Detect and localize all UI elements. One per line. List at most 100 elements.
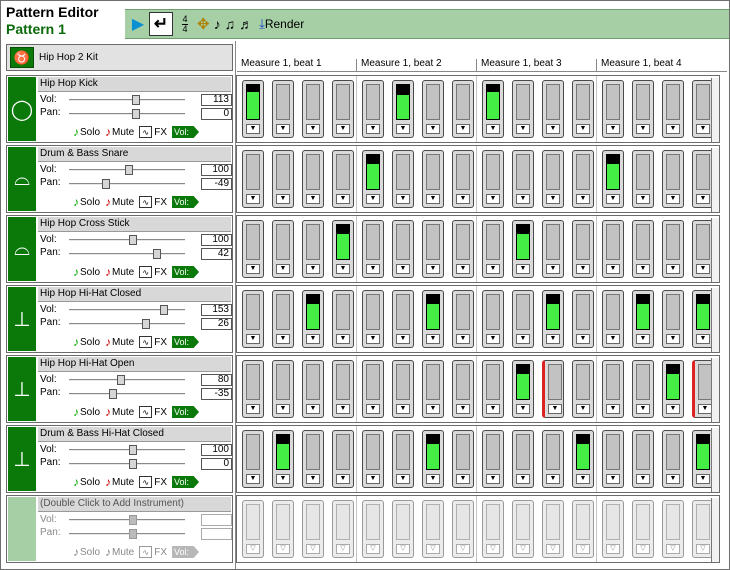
step-dropdown-arrow[interactable]: ▼ <box>546 264 560 274</box>
step-dropdown-arrow[interactable]: ▽ <box>636 544 650 554</box>
volume-value-field[interactable] <box>201 514 232 526</box>
step-dropdown-arrow[interactable]: ▼ <box>396 404 410 414</box>
step-dropdown-arrow[interactable]: ▽ <box>666 544 680 554</box>
step-cell[interactable]: ▼ <box>332 150 354 208</box>
step-cell[interactable]: ▼ <box>272 80 294 138</box>
step-cell[interactable]: ▼ <box>602 430 624 488</box>
track-name[interactable]: Hip Hop Cross Stick <box>38 217 231 232</box>
step-cell[interactable]: ▼ <box>542 290 564 348</box>
step-dropdown-arrow[interactable]: ▼ <box>606 264 620 274</box>
step-cell[interactable]: ▼ <box>422 150 444 208</box>
step-cell[interactable]: ▼ <box>662 220 684 278</box>
step-dropdown-arrow[interactable]: ▼ <box>396 124 410 134</box>
step-cell[interactable]: ▼ <box>632 150 654 208</box>
step-dropdown-arrow[interactable]: ▼ <box>636 404 650 414</box>
sixteenth-tool-icon[interactable]: ♬ <box>239 12 253 36</box>
pan-slider[interactable] <box>69 459 185 469</box>
vol-button[interactable]: Vol: <box>172 476 200 488</box>
step-dropdown-arrow[interactable]: ▼ <box>276 124 290 134</box>
step-cell[interactable]: ▽ <box>422 500 444 558</box>
step-dropdown-arrow[interactable]: ▼ <box>636 264 650 274</box>
step-cell[interactable]: ▼ <box>392 290 414 348</box>
step-dropdown-arrow[interactable]: ▼ <box>306 194 320 204</box>
track-name[interactable]: Drum & Bass Hi-Hat Closed <box>38 427 231 442</box>
loop-icon[interactable]: ↵ <box>149 12 173 36</box>
step-cell[interactable]: ▼ <box>512 150 534 208</box>
step-cell[interactable]: ▼ <box>512 220 534 278</box>
step-cell[interactable]: ▼ <box>332 220 354 278</box>
step-cell[interactable]: ▼ <box>242 150 264 208</box>
step-dropdown-arrow[interactable]: ▼ <box>306 404 320 414</box>
step-dropdown-arrow[interactable]: ▼ <box>276 334 290 344</box>
fx-button[interactable]: ∿ FX <box>139 336 167 348</box>
solo-button[interactable]: ♪ Solo <box>73 336 100 348</box>
step-cell[interactable]: ▽ <box>302 500 324 558</box>
step-dropdown-arrow[interactable]: ▼ <box>516 334 530 344</box>
step-dropdown-arrow[interactable]: ▼ <box>366 474 380 484</box>
step-dropdown-arrow[interactable]: ▽ <box>306 544 320 554</box>
step-dropdown-arrow[interactable]: ▼ <box>576 194 590 204</box>
pan-value-field[interactable]: 26 <box>201 318 232 330</box>
step-cell[interactable]: ▼ <box>632 360 654 418</box>
pan-slider[interactable] <box>69 179 185 189</box>
step-dropdown-arrow[interactable]: ▼ <box>516 124 530 134</box>
pan-slider[interactable] <box>69 529 185 539</box>
solo-button[interactable]: ♪ Solo <box>73 126 100 138</box>
step-cell[interactable]: ▼ <box>482 290 504 348</box>
track-name[interactable]: (Double Click to Add Instrument) <box>38 497 231 512</box>
step-dropdown-arrow[interactable]: ▼ <box>426 334 440 344</box>
step-cell[interactable]: ▼ <box>602 220 624 278</box>
step-cell[interactable]: ▽ <box>572 500 594 558</box>
step-dropdown-arrow[interactable]: ▼ <box>246 474 260 484</box>
step-dropdown-arrow[interactable]: ▼ <box>548 404 562 414</box>
step-cell[interactable]: ▽ <box>662 500 684 558</box>
instrument-icon[interactable]: ◯ <box>8 77 36 141</box>
step-dropdown-arrow[interactable]: ▼ <box>276 404 290 414</box>
volume-value-field[interactable]: 100 <box>201 444 232 456</box>
grid-scrollbar[interactable] <box>711 218 719 282</box>
step-cell[interactable]: ▽ <box>452 500 474 558</box>
volume-value-field[interactable]: 113 <box>201 94 232 106</box>
pan-slider[interactable] <box>69 319 185 329</box>
step-cell[interactable]: ▼ <box>242 80 264 138</box>
pan-value-field[interactable]: 0 <box>201 458 232 470</box>
step-dropdown-arrow[interactable]: ▼ <box>246 404 260 414</box>
mute-button[interactable]: ♪ Mute <box>105 126 134 138</box>
step-cell[interactable]: ▼ <box>242 220 264 278</box>
step-dropdown-arrow[interactable]: ▼ <box>336 404 350 414</box>
step-cell[interactable]: ▼ <box>362 220 384 278</box>
step-cell[interactable]: ▽ <box>602 500 624 558</box>
step-dropdown-arrow[interactable]: ▼ <box>546 124 560 134</box>
step-dropdown-arrow[interactable]: ▼ <box>336 264 350 274</box>
step-dropdown-arrow[interactable]: ▼ <box>336 474 350 484</box>
pan-slider-knob[interactable] <box>109 389 118 399</box>
step-cell[interactable]: ▼ <box>302 430 324 488</box>
step-dropdown-arrow[interactable]: ▽ <box>336 544 350 554</box>
step-dropdown-arrow[interactable]: ▼ <box>666 474 680 484</box>
step-dropdown-arrow[interactable]: ▼ <box>276 194 290 204</box>
vol-button[interactable]: Vol: <box>172 196 200 208</box>
step-cell[interactable]: ▽ <box>482 500 504 558</box>
volume-value-field[interactable]: 100 <box>201 234 232 246</box>
step-dropdown-arrow[interactable]: ▼ <box>396 334 410 344</box>
step-dropdown-arrow[interactable]: ▼ <box>666 194 680 204</box>
solo-button[interactable]: ♪ Solo <box>73 196 100 208</box>
volume-value-field[interactable]: 100 <box>201 164 232 176</box>
step-cell[interactable]: ▼ <box>302 80 324 138</box>
step-cell[interactable]: ▼ <box>302 290 324 348</box>
pan-slider-knob[interactable] <box>132 109 141 119</box>
volume-slider[interactable] <box>69 95 185 105</box>
pan-slider[interactable] <box>69 389 185 399</box>
step-dropdown-arrow[interactable]: ▼ <box>306 124 320 134</box>
step-cell[interactable]: ▼ <box>602 290 624 348</box>
step-cell[interactable]: ▼ <box>542 220 564 278</box>
step-cell[interactable]: ▼ <box>572 430 594 488</box>
solo-button[interactable]: ♪ Solo <box>73 476 100 488</box>
step-dropdown-arrow[interactable]: ▼ <box>696 194 710 204</box>
step-dropdown-arrow[interactable]: ▼ <box>336 334 350 344</box>
step-dropdown-arrow[interactable]: ▼ <box>336 194 350 204</box>
step-cell[interactable]: ▼ <box>422 80 444 138</box>
step-cell[interactable]: ▼ <box>482 360 504 418</box>
step-cell[interactable]: ▼ <box>362 150 384 208</box>
fx-button[interactable]: ∿ FX <box>139 196 167 208</box>
